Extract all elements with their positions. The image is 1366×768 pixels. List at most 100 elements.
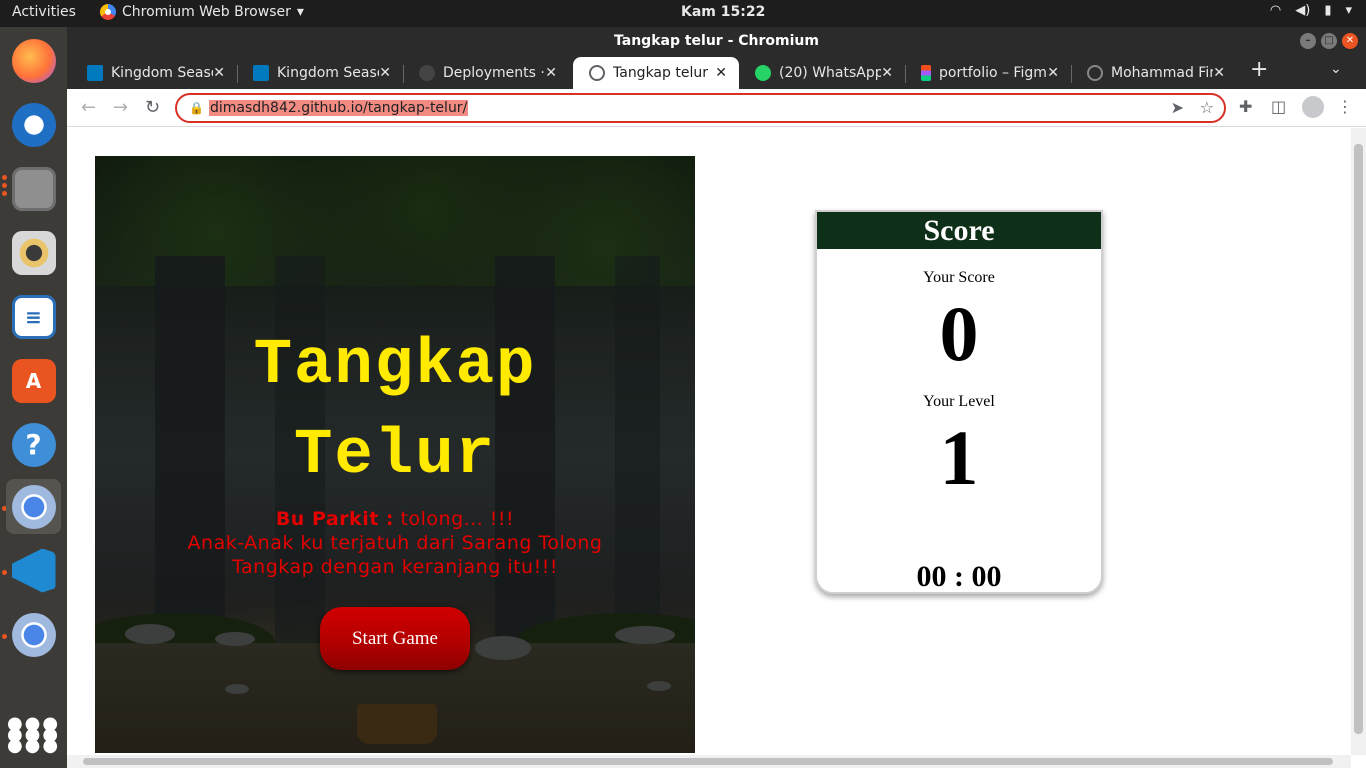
- dock: ≡ A ? ●●● ●●● ●●●: [0, 27, 67, 768]
- stone: [647, 681, 671, 691]
- close-tab-icon[interactable]: ✕: [379, 65, 391, 81]
- clock[interactable]: Kam 15:22: [681, 4, 765, 20]
- vertical-scrollbar[interactable]: [1351, 128, 1366, 755]
- tab-strip: Kingdom Seaso ✕ Kingdom Seaso ✕ Deployme…: [67, 55, 1366, 89]
- close-tab-icon[interactable]: ✕: [545, 65, 557, 81]
- rhythmbox-icon: [11, 230, 56, 275]
- score-value: 0: [939, 290, 979, 377]
- chromium-icon: [11, 484, 56, 529]
- tab-title: portfolio – Figm: [939, 65, 1047, 81]
- close-tab-icon[interactable]: ✕: [1213, 65, 1225, 81]
- send-to-devices-icon[interactable]: ➤: [1171, 98, 1184, 117]
- tab-mohammad[interactable]: Mohammad Fir ✕: [1071, 57, 1237, 89]
- trello-icon: [253, 65, 269, 81]
- wifi-icon: ◠: [1269, 3, 1282, 18]
- stone: [225, 684, 249, 694]
- chevron-down-icon: ▾: [296, 4, 304, 20]
- dock-item-thunderbird[interactable]: [6, 97, 61, 152]
- dock-item-chromium-2[interactable]: [6, 607, 61, 662]
- tab-deployments[interactable]: Deployments · ✕: [403, 57, 569, 89]
- close-tab-icon[interactable]: ✕: [881, 65, 893, 81]
- dock-item-writer[interactable]: ≡: [6, 289, 61, 344]
- close-tab-icon[interactable]: ✕: [1047, 65, 1059, 81]
- dock-item-firefox[interactable]: [6, 33, 61, 88]
- libreoffice-writer-icon: ≡: [11, 294, 56, 339]
- figma-icon: [921, 65, 931, 81]
- profile-avatar[interactable]: [1302, 96, 1324, 118]
- app-menu[interactable]: Chromium Web Browser ▾: [100, 4, 304, 20]
- tab-kingdom-season-2[interactable]: Kingdom Seaso ✕: [237, 57, 403, 89]
- bookmark-star-icon[interactable]: ☆: [1200, 98, 1214, 117]
- horizontal-scrollbar[interactable]: [67, 755, 1351, 768]
- score-label: Your Score: [923, 269, 995, 286]
- browser-window: Tangkap telur - Chromium – □ ✕ Kingdom S…: [67, 27, 1366, 768]
- system-top-bar: Activities Chromium Web Browser ▾ Kam 15…: [0, 0, 1366, 27]
- globe-icon: [1087, 65, 1103, 81]
- stone: [125, 624, 175, 644]
- tab-search-button[interactable]: ⌄: [1330, 61, 1342, 77]
- tab-title: Tangkap telur: [613, 65, 708, 81]
- close-tab-icon[interactable]: ✕: [213, 65, 225, 81]
- reload-button[interactable]: ↻: [145, 97, 160, 118]
- software-center-icon: A: [11, 358, 56, 403]
- trello-icon: [87, 65, 103, 81]
- tab-title: (20) WhatsApp: [779, 65, 882, 81]
- close-tab-icon[interactable]: ✕: [715, 65, 727, 81]
- extensions-icon[interactable]: ✚: [1239, 97, 1252, 116]
- tab-kingdom-season-1[interactable]: Kingdom Seaso ✕: [71, 57, 237, 89]
- chromium-icon: [11, 612, 56, 657]
- scrollbar-thumb[interactable]: [83, 758, 1333, 765]
- system-tray[interactable]: ◠ ◀) ▮ ▾: [1270, 3, 1352, 18]
- minimize-button[interactable]: –: [1300, 33, 1316, 49]
- scrollbar-thumb[interactable]: [1354, 144, 1363, 734]
- close-window-button[interactable]: ✕: [1342, 33, 1358, 49]
- activities-button[interactable]: Activities: [12, 4, 76, 20]
- battery-icon: ▮: [1324, 3, 1332, 18]
- stone: [215, 632, 255, 646]
- maximize-button[interactable]: □: [1321, 33, 1337, 49]
- browser-toolbar: ← → ↻ 🔒 dimasdh842.github.io/tangkap-tel…: [67, 89, 1366, 127]
- vscode-icon: [11, 548, 56, 593]
- dock-item-help[interactable]: ?: [6, 417, 61, 472]
- new-tab-button[interactable]: +: [1250, 57, 1268, 82]
- start-game-button[interactable]: Start Game: [320, 607, 470, 670]
- dock-item-chromium[interactable]: [6, 479, 61, 534]
- game-area[interactable]: Tangkap Telur Bu Parkit : tolong... !!! …: [95, 156, 695, 753]
- dock-show-apps[interactable]: ●●● ●●● ●●●: [6, 707, 61, 762]
- dock-item-rhythmbox[interactable]: [6, 225, 61, 280]
- menu-kebab-icon[interactable]: ⋮: [1337, 97, 1353, 116]
- side-panel-icon[interactable]: ◫: [1271, 97, 1286, 116]
- forward-button[interactable]: →: [113, 97, 128, 118]
- url-text[interactable]: dimasdh842.github.io/tangkap-telur/: [209, 100, 469, 116]
- dock-item-software[interactable]: A: [6, 353, 61, 408]
- tab-whatsapp[interactable]: (20) WhatsApp ✕: [739, 57, 905, 89]
- game-title-line-2: Telur: [293, 420, 497, 492]
- timer: 00 : 00: [916, 560, 1002, 593]
- tab-tangkap-telur[interactable]: Tangkap telur ✕: [573, 57, 739, 89]
- page-content: Tangkap Telur Bu Parkit : tolong... !!! …: [67, 128, 1351, 755]
- tab-title: Kingdom Seaso: [111, 65, 214, 81]
- github-icon: [419, 65, 435, 81]
- firefox-icon: [11, 38, 56, 83]
- window-titlebar: Tangkap telur - Chromium – □ ✕: [67, 27, 1366, 55]
- story-text: Bu Parkit : tolong... !!! Anak-Anak ku t…: [95, 507, 695, 579]
- back-button[interactable]: ←: [81, 97, 96, 118]
- app-menu-label: Chromium Web Browser: [122, 4, 291, 20]
- stone: [615, 626, 675, 644]
- lock-icon[interactable]: 🔒: [189, 101, 204, 115]
- chromium-icon: [100, 4, 116, 20]
- dock-item-files[interactable]: [6, 161, 61, 216]
- address-bar[interactable]: 🔒 dimasdh842.github.io/tangkap-telur/ ➤ …: [175, 93, 1226, 123]
- score-header: Score: [817, 212, 1101, 249]
- tab-title: Kingdom Seaso: [277, 65, 380, 81]
- volume-icon: ◀): [1295, 3, 1311, 18]
- show-apps-icon: ●●● ●●● ●●●: [6, 713, 61, 756]
- tab-figma[interactable]: portfolio – Figm ✕: [905, 57, 1071, 89]
- chevron-down-icon: ▾: [1345, 3, 1352, 18]
- story-line-3: Tangkap dengan keranjang itu!!!: [232, 556, 558, 578]
- basket: [357, 704, 437, 744]
- dock-item-vscode[interactable]: [6, 543, 61, 598]
- stone: [475, 636, 531, 660]
- score-panel: Score Your Score 0 Your Level 1 00 : 00: [815, 210, 1103, 594]
- globe-icon: [589, 65, 605, 81]
